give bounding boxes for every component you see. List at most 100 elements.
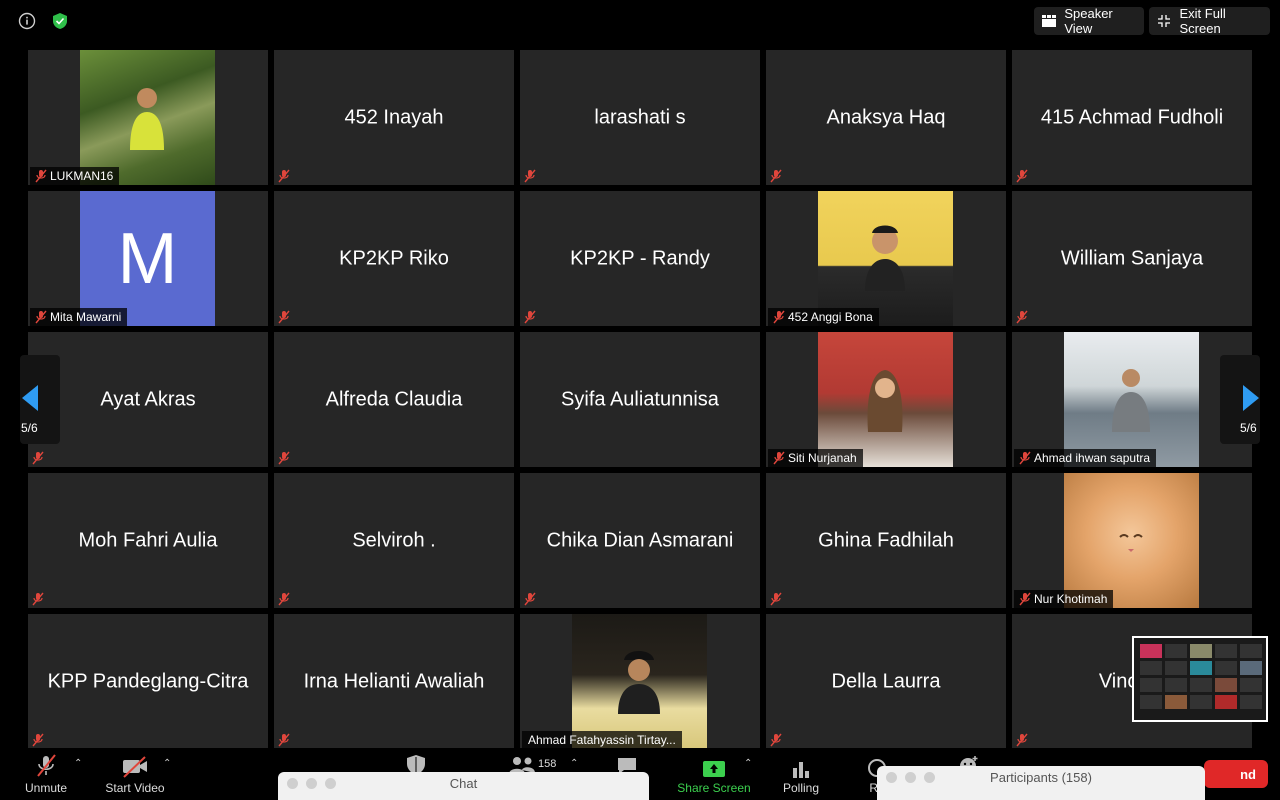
participant-name: KP2KP - Randy	[570, 247, 710, 269]
muted-mic-icon	[1019, 592, 1031, 606]
speaker-view-button[interactable]: Speaker View	[1034, 6, 1144, 36]
participant-video	[80, 50, 215, 185]
participant-tile[interactable]: KP2KP Riko	[274, 191, 514, 326]
participant-tile[interactable]: Selviroh .	[274, 473, 514, 608]
muted-mic-icon	[278, 451, 290, 465]
participant-tile[interactable]: 452 Inayah	[274, 50, 514, 185]
participant-tile[interactable]: Ghina Fadhilah	[766, 473, 1006, 608]
unmute-button[interactable]: Unmute	[18, 748, 74, 800]
participant-name: Ghina Fadhilah	[818, 529, 954, 551]
participant-tile[interactable]: Nur Khotimah	[1012, 473, 1252, 608]
audio-options-caret-icon[interactable]: ⌃	[74, 758, 82, 769]
participant-tile[interactable]: KPP Pandeglang-Citra	[28, 614, 268, 749]
participant-name: Moh Fahri Aulia	[78, 529, 218, 551]
cat-face-icon	[1119, 534, 1143, 552]
participant-tile[interactable]: Ayat Akras	[28, 332, 268, 467]
muted-mic-icon	[524, 592, 536, 606]
next-page-button[interactable]: 5/6	[1220, 355, 1260, 444]
participant-name-label: Nur Khotimah	[1014, 590, 1114, 608]
muted-mic-icon	[32, 451, 44, 465]
participant-name: 415 Achmad Fudholi	[1040, 106, 1224, 128]
participant-tile[interactable]: Siti Nurjanah	[766, 332, 1006, 467]
start-video-button[interactable]: Start Video	[98, 748, 172, 800]
participant-video	[1064, 473, 1199, 608]
participant-tile[interactable]: Ahmad ihwan saputra	[1012, 332, 1252, 467]
previous-page-button[interactable]: 5/6	[20, 355, 60, 444]
participant-video	[818, 332, 953, 467]
participants-count: 158	[538, 758, 557, 770]
muted-mic-icon	[35, 310, 47, 324]
participant-tile[interactable]: Anaksya Haq	[766, 50, 1006, 185]
muted-mic-icon	[1019, 451, 1031, 465]
participant-video	[1064, 332, 1199, 467]
muted-mic-icon	[32, 733, 44, 747]
participant-name: Selviroh .	[352, 529, 436, 551]
participant-tile[interactable]: William Sanjaya	[1012, 191, 1252, 326]
top-bar: Speaker View Exit Full Screen	[0, 0, 1280, 42]
exit-full-screen-button[interactable]: Exit Full Screen	[1149, 6, 1270, 36]
participant-name: Della Laurra	[831, 670, 941, 692]
participant-name: William Sanjaya	[1060, 247, 1204, 269]
participant-name: KP2KP Riko	[339, 247, 449, 269]
participant-name: larashati s	[594, 106, 686, 128]
participant-tile[interactable]: larashati s	[520, 50, 760, 185]
arrow-right-icon	[1243, 385, 1259, 411]
muted-mic-icon	[278, 169, 290, 183]
participant-tile[interactable]: Irna Helianti Awaliah	[274, 614, 514, 749]
page-indicator: 5/6	[21, 421, 38, 435]
participant-tile[interactable]: Moh Fahri Aulia	[28, 473, 268, 608]
muted-mic-icon	[1016, 169, 1028, 183]
muted-mic-icon	[278, 592, 290, 606]
participants-options-caret-icon[interactable]: ⌃	[570, 758, 578, 769]
speaker-view-label: Speaker View	[1064, 6, 1113, 36]
person-silhouette-icon	[1112, 369, 1150, 432]
participant-tile[interactable]: 415 Achmad Fudholi	[1012, 50, 1252, 185]
avatar: M	[80, 191, 215, 326]
person-silhouette-icon	[867, 370, 903, 432]
muted-mic-icon	[1016, 310, 1028, 324]
muted-mic-icon	[32, 592, 44, 606]
participant-tile[interactable]: Della Laurra	[766, 614, 1006, 749]
encryption-shield-icon[interactable]	[49, 10, 71, 32]
participant-tile[interactable]: Syifa Auliatunnisa	[520, 332, 760, 467]
participant-tile[interactable]: Ahmad Fatahyassin Tirtay...	[520, 614, 760, 749]
participant-name-label: LUKMAN16	[30, 167, 120, 185]
participants-panel-window[interactable]: Participants (158)	[877, 766, 1205, 800]
polling-button[interactable]: Polling	[778, 748, 824, 800]
participant-tile[interactable]: 452 Anggi Bona	[766, 191, 1006, 326]
participant-name-label: Siti Nurjanah	[768, 449, 863, 467]
participant-tile[interactable]: Alfreda Claudia	[274, 332, 514, 467]
info-icon[interactable]	[16, 10, 38, 32]
participant-name: Ayat Akras	[100, 388, 196, 410]
participant-name-label: Ahmad ihwan saputra	[1014, 449, 1157, 467]
participant-tile[interactable]: Chika Dian Asmarani	[520, 473, 760, 608]
participant-tile[interactable]: KP2KP - Randy	[520, 191, 760, 326]
share-screen-label: Share Screen	[677, 781, 751, 795]
participant-tile[interactable]: LUKMAN16	[28, 50, 268, 185]
participant-name: 452 Inayah	[344, 106, 444, 128]
polling-label: Polling	[782, 781, 820, 795]
camera-off-icon	[121, 748, 149, 778]
participant-name: Alfreda Claudia	[325, 388, 463, 410]
participant-name: Irna Helianti Awaliah	[303, 670, 485, 692]
chat-panel-title: Chat	[449, 776, 478, 791]
gallery-thumbnail-preview[interactable]	[1132, 636, 1268, 722]
share-options-caret-icon[interactable]: ⌃	[744, 758, 752, 769]
page-indicator: 5/6	[1240, 421, 1257, 435]
participant-tile[interactable]: M Mita Mawarni	[28, 191, 268, 326]
share-screen-button[interactable]: Share Screen	[672, 748, 756, 800]
person-silhouette-icon	[130, 88, 164, 150]
muted-mic-icon	[35, 169, 47, 183]
participant-name: Syifa Auliatunnisa	[561, 388, 719, 410]
muted-mic-icon	[770, 169, 782, 183]
end-meeting-button[interactable]: nd	[1204, 760, 1268, 788]
chat-panel-window[interactable]: Chat	[278, 772, 649, 800]
muted-mic-icon	[35, 748, 57, 778]
participant-video	[572, 614, 707, 749]
exit-full-screen-label: Exit Full Screen	[1179, 6, 1226, 36]
video-options-caret-icon[interactable]: ⌃	[163, 758, 171, 769]
muted-mic-icon	[770, 592, 782, 606]
muted-mic-icon	[524, 310, 536, 324]
collapse-icon	[1157, 14, 1172, 28]
person-silhouette-icon	[865, 225, 905, 291]
